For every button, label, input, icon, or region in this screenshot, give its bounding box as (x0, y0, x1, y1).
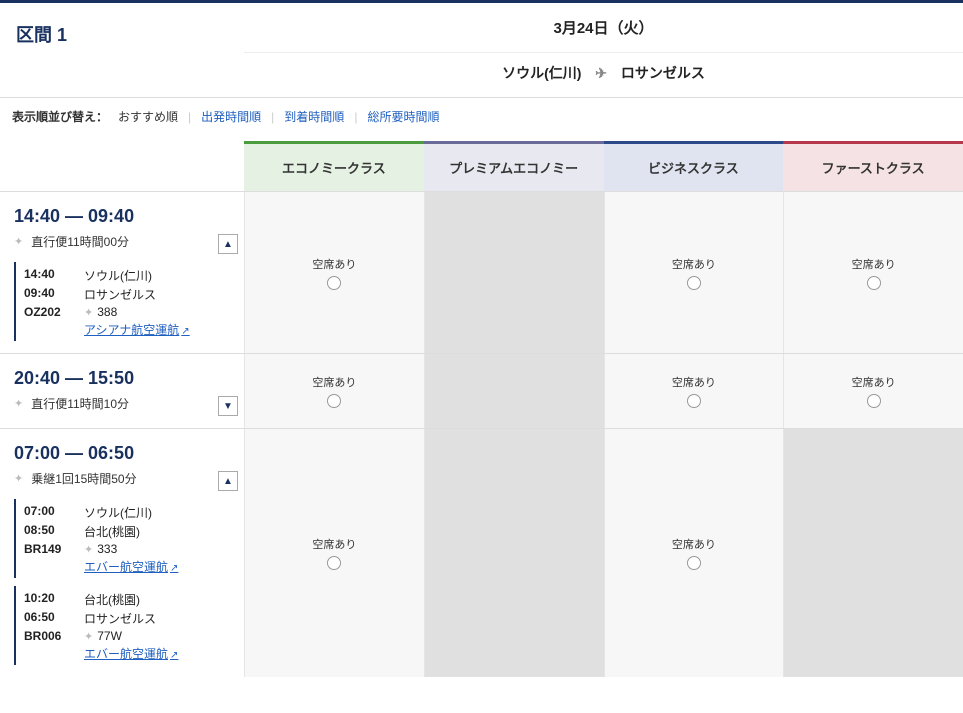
availability-text: 空席あり (852, 374, 896, 390)
star-alliance-icon: ✦ (14, 397, 23, 410)
class-header-first: ファーストクラス (783, 141, 963, 191)
collapse-button[interactable]: ▲ (218, 471, 238, 491)
sort-duration[interactable]: 総所要時間順 (367, 108, 439, 125)
availability-text: 空席あり (312, 256, 356, 272)
fare-radio[interactable] (327, 394, 341, 408)
flight-leg: 14:40ソウル(仁川)09:40ロサンゼルスOZ202✦388アシアナ航空運航… (14, 262, 232, 341)
route-from: ソウル(仁川) (502, 65, 581, 81)
segment-title: 区間 1 (0, 3, 244, 97)
fare-cell-eco[interactable]: 空席あり (244, 354, 424, 428)
carrier-link[interactable]: アシアナ航空運航↗ (84, 321, 190, 338)
flight-leg: 07:00ソウル(仁川)08:50台北(桃園)BR149✦333エバー航空運航↗ (14, 499, 232, 578)
sort-arrival[interactable]: 到着時間順 (284, 108, 344, 125)
sort-label: 表示順並び替え： (12, 108, 108, 125)
flight-duration: ✦乗継1回15時間50分 (0, 466, 232, 491)
availability-text: 空席あり (672, 374, 716, 390)
flight-row: 07:00 — 06:50✦乗継1回15時間50分▲ 07:00ソウル(仁川)08… (0, 428, 963, 677)
carrier-link[interactable]: エバー航空運航↗ (84, 645, 178, 662)
fare-cell-biz[interactable]: 空席あり (604, 354, 784, 428)
fare-cell-fir[interactable]: 空席あり (783, 192, 963, 353)
flight-row: 14:40 — 09:40✦直行便11時間00分▲ 14:40ソウル(仁川)09:… (0, 191, 963, 353)
fare-cell-eco[interactable]: 空席あり (244, 192, 424, 353)
flight-times: 14:40 — 09:40 (0, 204, 232, 229)
star-alliance-icon: ✦ (14, 235, 23, 248)
fare-cell-fir (783, 429, 963, 677)
fare-radio[interactable] (867, 276, 881, 290)
travel-date: 3月24日（火） (244, 3, 963, 52)
fare-radio[interactable] (867, 394, 881, 408)
fare-cell-biz[interactable]: 空席あり (604, 429, 784, 677)
flight-duration: ✦直行便11時間10分 (0, 391, 232, 416)
class-header-economy: エコノミークラス (244, 141, 424, 191)
class-header-business: ビジネスクラス (604, 141, 784, 191)
route: ソウル(仁川) ✈ ロサンゼルス (244, 52, 963, 97)
carrier-link[interactable]: エバー航空運航↗ (84, 558, 178, 575)
flight-duration: ✦直行便11時間00分 (0, 229, 232, 254)
flight-times: 07:00 — 06:50 (0, 441, 232, 466)
availability-text: 空席あり (852, 256, 896, 272)
collapse-button[interactable]: ▲ (218, 234, 238, 254)
fare-radio[interactable] (687, 556, 701, 570)
fare-cell-fir[interactable]: 空席あり (783, 354, 963, 428)
star-alliance-icon: ✦ (14, 472, 23, 485)
class-header-premium: プレミアムエコノミー (424, 141, 604, 191)
fare-cell-eco[interactable]: 空席あり (244, 429, 424, 677)
fare-radio[interactable] (327, 276, 341, 290)
fare-cell-pre (424, 429, 604, 677)
flight-leg: 10:20台北(桃園)06:50ロサンゼルスBR006✦77Wエバー航空運航↗ (14, 586, 232, 665)
sort-recommended: おすすめ順 (118, 108, 178, 125)
fare-radio[interactable] (687, 394, 701, 408)
availability-text: 空席あり (672, 536, 716, 552)
sort-bar: 表示順並び替え： おすすめ順 | 出発時間順 | 到着時間順 | 総所要時間順 (0, 98, 963, 135)
flight-times: 20:40 — 15:50 (0, 366, 232, 391)
sort-departure[interactable]: 出発時間順 (201, 108, 261, 125)
fare-radio[interactable] (327, 556, 341, 570)
fare-cell-biz[interactable]: 空席あり (604, 192, 784, 353)
fare-radio[interactable] (687, 276, 701, 290)
availability-text: 空席あり (312, 536, 356, 552)
fare-cell-pre (424, 192, 604, 353)
expand-button[interactable]: ▼ (218, 396, 238, 416)
availability-text: 空席あり (672, 256, 716, 272)
route-to: ロサンゼルス (621, 65, 705, 81)
fare-cell-pre (424, 354, 604, 428)
flight-row: 20:40 — 15:50✦直行便11時間10分▼ 空席あり 空席あり 空席あり (0, 353, 963, 428)
availability-text: 空席あり (312, 374, 356, 390)
plane-icon: ✈ (595, 65, 607, 82)
